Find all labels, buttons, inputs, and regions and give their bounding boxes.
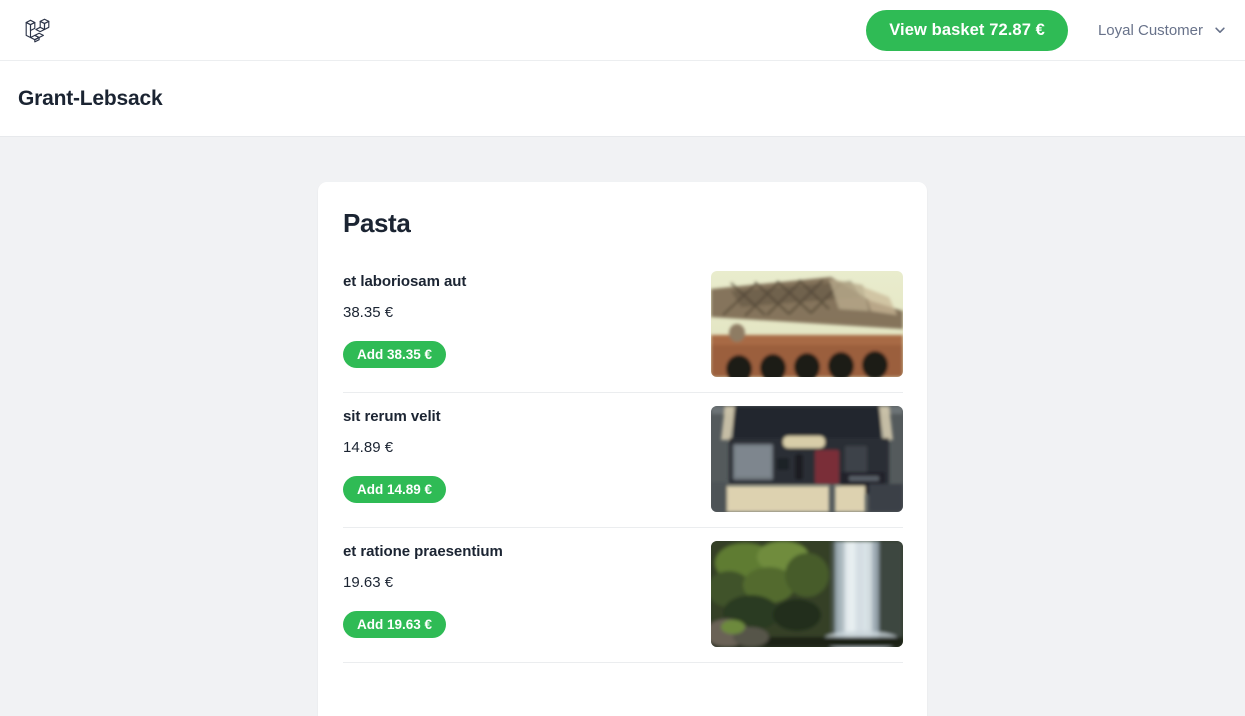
menu-item-image [711,541,903,647]
view-basket-button[interactable]: View basket 72.87 € [866,9,1068,51]
menu-item-name: et laboriosam aut [343,273,467,290]
menu-category-title: Pasta [343,208,411,238]
menu-item-image [711,271,903,377]
menu-item[interactable]: et laboriosam aut 38.35 € Add 38.35 € [343,258,903,393]
add-to-basket-button[interactable]: Add 14.89 € [343,476,447,503]
laravel-logo-icon[interactable] [18,11,56,49]
menu-category-card: Pasta et laboriosam aut 38.35 € Add 38.3… [318,182,927,716]
user-account-menu-label: Loyal Customer [1097,21,1203,39]
menu-item-price: 14.89 € [343,439,394,456]
restaurant-header: Grant-Lebsack [0,61,1245,137]
page-title: Grant-Lebsack [18,86,163,110]
menu-item-info: et laboriosam aut 38.35 € Add 38.35 € [343,271,691,368]
add-to-basket-button[interactable]: Add 38.35 € [343,341,447,368]
menu-item-price: 19.63 € [343,574,394,591]
menu-item-name: sit rerum velit [343,408,441,425]
menu-item-info: et ratione praesentium 19.63 € Add 19.63… [343,541,691,638]
top-navbar: View basket 72.87 € Loyal Customer [0,0,1245,61]
menu-item[interactable]: sit rerum velit 14.89 € Add 14.89 € [343,393,903,528]
menu-item-image [711,406,903,512]
add-to-basket-button[interactable]: Add 19.63 € [343,611,447,638]
menu-item-list: et laboriosam aut 38.35 € Add 38.35 € si… [343,258,903,663]
menu-item-price: 38.35 € [343,304,394,321]
menu-item-info: sit rerum velit 14.89 € Add 14.89 € [343,406,691,503]
chevron-down-icon [1214,24,1226,36]
user-account-menu[interactable]: Loyal Customer [1098,22,1228,39]
main-content: Pasta et laboriosam aut 38.35 € Add 38.3… [0,137,1245,716]
menu-item[interactable]: et ratione praesentium 19.63 € Add 19.63… [343,528,903,663]
menu-item-name: et ratione praesentium [343,543,503,560]
